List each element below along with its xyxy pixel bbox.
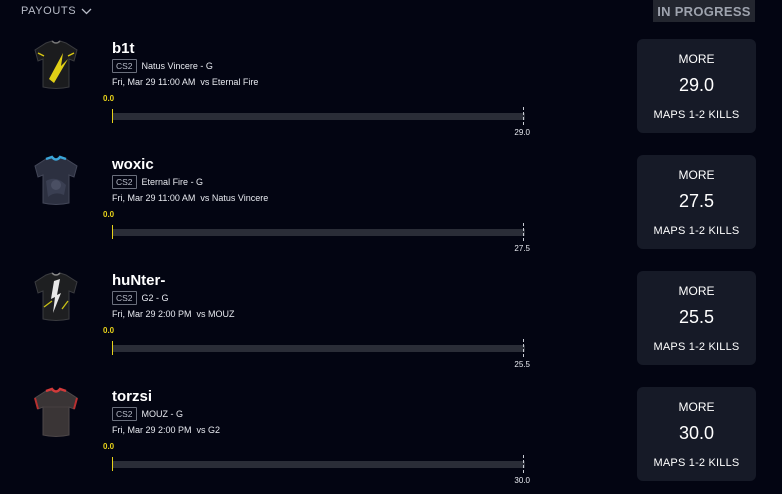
target-marker: [523, 223, 524, 241]
prop-card: huNter- CS2 G2 - G Fri, Mar 29 2:00 PM vs…: [0, 271, 782, 387]
match-info: Fri, Mar 29 2:00 PM vs G2: [112, 425, 220, 435]
match-opponent: vs Natus Vincere: [200, 193, 269, 203]
payouts-dropdown[interactable]: PAYOUTS: [21, 5, 92, 17]
team-position: MOUZ - G: [141, 409, 184, 419]
match-datetime: Fri, Mar 29 11:00 AM: [112, 193, 196, 203]
jersey-icon: [34, 387, 78, 437]
current-marker: [112, 225, 113, 239]
match-datetime: Fri, Mar 29 2:00 PM: [112, 309, 192, 319]
target-marker: [523, 455, 524, 473]
pick-stat: MAPS 1-2 KILLS: [653, 457, 740, 469]
player-meta: CS2 Natus Vincere - G: [112, 59, 213, 73]
player-name: b1t: [112, 40, 135, 57]
match-info: Fri, Mar 29 11:00 AM vs Natus Vincere: [112, 193, 268, 203]
match-info: Fri, Mar 29 2:00 PM vs MOUZ: [112, 309, 235, 319]
current-value: 0.0: [103, 326, 115, 335]
game-chip: CS2: [112, 59, 137, 73]
target-value: 27.5: [514, 244, 530, 253]
progress-track: [112, 461, 525, 468]
pick-stat: MAPS 1-2 KILLS: [653, 109, 740, 121]
pick-more-button[interactable]: MORE 27.5 MAPS 1-2 KILLS: [637, 155, 756, 249]
match-datetime: Fri, Mar 29 11:00 AM: [112, 77, 196, 87]
progress-track: [112, 113, 525, 120]
current-marker: [112, 341, 113, 355]
pick-line: 29.0: [678, 75, 715, 95]
target-value: 30.0: [514, 476, 530, 485]
match-opponent: vs Eternal Fire: [200, 77, 259, 87]
pick-stat: MAPS 1-2 KILLS: [653, 225, 740, 237]
pick-direction: MORE: [678, 52, 715, 66]
current-marker: [112, 109, 113, 123]
current-marker: [112, 457, 113, 471]
pick-more-button[interactable]: MORE 25.5 MAPS 1-2 KILLS: [637, 271, 756, 365]
current-value: 0.0: [103, 94, 115, 103]
jersey-icon: [34, 40, 78, 89]
progress-track: [112, 229, 525, 236]
status-badge: IN PROGRESS: [653, 0, 755, 22]
pick-more-button[interactable]: MORE 30.0 MAPS 1-2 KILLS: [637, 387, 756, 481]
match-info: Fri, Mar 29 11:00 AM vs Eternal Fire: [112, 77, 258, 87]
jersey-icon: [34, 272, 78, 321]
game-chip: CS2: [112, 291, 137, 305]
payouts-label: PAYOUTS: [21, 5, 77, 17]
pick-line: 30.0: [678, 423, 715, 443]
game-chip: CS2: [112, 175, 137, 189]
team-position: G2 - G: [141, 293, 169, 303]
player-name: huNter-: [112, 272, 166, 289]
team-position: Natus Vincere - G: [141, 61, 213, 71]
match-opponent: vs MOUZ: [196, 309, 235, 319]
target-value: 25.5: [514, 360, 530, 369]
pick-line: 25.5: [678, 307, 715, 327]
target-marker: [523, 339, 524, 357]
target-value: 29.0: [514, 128, 530, 137]
current-value: 0.0: [103, 210, 115, 219]
match-opponent: vs G2: [196, 425, 221, 435]
progress-track: [112, 345, 525, 352]
game-chip: CS2: [112, 407, 137, 421]
player-name: torzsi: [112, 388, 153, 405]
team-position: Eternal Fire - G: [141, 177, 204, 187]
chevron-down-icon: [81, 8, 92, 14]
jersey-icon: [34, 155, 78, 205]
pick-more-button[interactable]: MORE 29.0 MAPS 1-2 KILLS: [637, 39, 756, 133]
prop-card: woxic CS2 Eternal Fire - G Fri, Mar 29 1…: [0, 155, 782, 271]
pick-stat: MAPS 1-2 KILLS: [653, 341, 740, 353]
current-value: 0.0: [103, 442, 115, 451]
pick-direction: MORE: [678, 284, 715, 298]
pick-direction: MORE: [678, 168, 715, 182]
player-name: woxic: [112, 156, 154, 173]
player-meta: CS2 G2 - G: [112, 291, 169, 305]
pick-direction: MORE: [678, 400, 715, 414]
prop-card: b1t CS2 Natus Vincere - G Fri, Mar 29 11…: [0, 39, 782, 155]
player-meta: CS2 MOUZ - G: [112, 407, 183, 421]
player-meta: CS2 Eternal Fire - G: [112, 175, 203, 189]
target-marker: [523, 107, 524, 125]
prop-card: torzsi CS2 MOUZ - G Fri, Mar 29 2:00 PM v…: [0, 387, 782, 494]
pick-line: 27.5: [678, 191, 715, 211]
match-datetime: Fri, Mar 29 2:00 PM: [112, 425, 192, 435]
payout-screen: PAYOUTS IN PROGRESS b1t CS2 Natus Vincer…: [0, 0, 782, 494]
